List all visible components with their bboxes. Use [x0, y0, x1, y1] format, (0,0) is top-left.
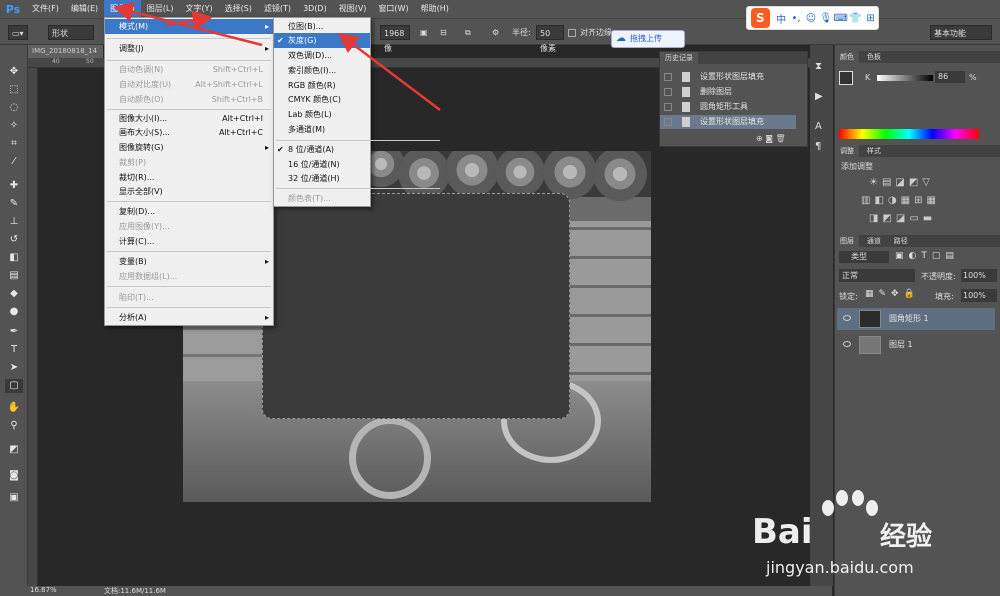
baidu-jingyan-watermark: Bai 经验 jingyan.baidu.com	[752, 488, 992, 588]
jingyan-brand: 经验	[880, 522, 933, 552]
paw-icon	[822, 488, 882, 532]
red-arrow	[113, 2, 263, 47]
watermark-url: jingyan.baidu.com	[766, 558, 914, 577]
baidu-brand: Bai	[752, 512, 813, 552]
red-arrow	[338, 32, 441, 111]
